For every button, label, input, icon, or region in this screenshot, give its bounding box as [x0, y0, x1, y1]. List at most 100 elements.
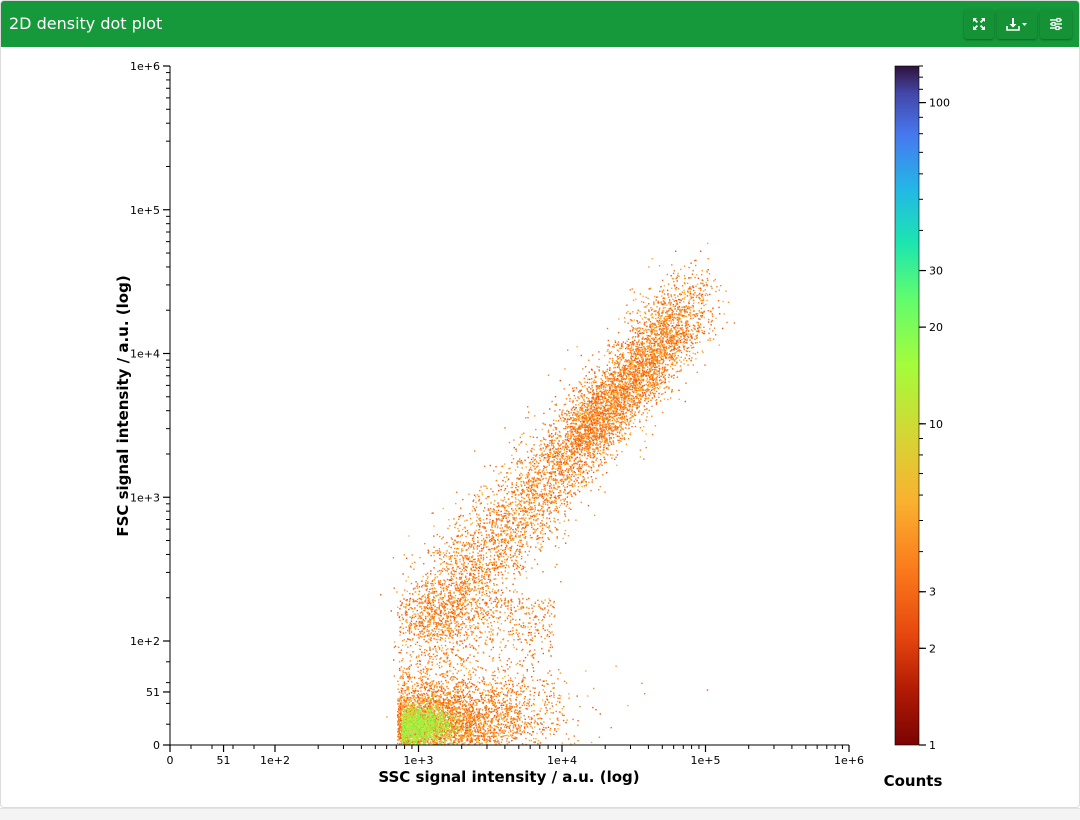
density-dot [529, 512, 530, 513]
density-dot [474, 586, 475, 587]
density-dot [498, 574, 499, 575]
density-dot [486, 582, 487, 583]
density-dot [632, 311, 633, 312]
density-dot [449, 628, 450, 629]
density-dot [544, 493, 545, 494]
density-dot [418, 629, 419, 630]
density-dot [590, 490, 591, 491]
density-dot [535, 455, 536, 456]
density-dot [500, 528, 501, 529]
density-dot [517, 504, 518, 505]
density-dot [481, 576, 482, 577]
density-dot [611, 458, 612, 459]
density-dot [458, 588, 459, 589]
density-dot [677, 273, 678, 274]
density-dot [476, 581, 477, 582]
density-dot [427, 616, 428, 617]
density-dot [472, 539, 473, 540]
density-dot [473, 548, 474, 549]
density-dot [560, 500, 561, 501]
density-dot [420, 606, 421, 607]
density-dot [632, 413, 633, 414]
density-dot [503, 485, 504, 486]
density-dot [527, 525, 528, 526]
density-dot [443, 612, 444, 613]
density-dot [621, 345, 622, 346]
settings-button[interactable] [1040, 9, 1072, 39]
density-dot [550, 483, 551, 484]
density-dot [505, 540, 506, 541]
density-dot [659, 323, 660, 324]
density-dot [707, 278, 708, 279]
density-dot [466, 570, 467, 571]
density-dot [406, 580, 407, 581]
density-dot [631, 355, 632, 356]
density-dot [515, 504, 516, 505]
density-dot [605, 389, 606, 390]
density-dot [712, 330, 713, 331]
density-dot [514, 553, 515, 554]
density-dot [564, 413, 565, 414]
density-dot [411, 621, 412, 622]
density-dot [538, 510, 539, 511]
density-dot [469, 574, 470, 575]
density-dot [540, 440, 541, 441]
density-dot [457, 600, 458, 601]
density-dot [483, 527, 484, 528]
density-dot [548, 493, 549, 494]
density-dot [490, 508, 491, 509]
density-dot [676, 277, 677, 278]
density-dot [481, 570, 482, 571]
density-dot [697, 284, 698, 285]
density-dot [518, 522, 519, 523]
density-dot [419, 637, 420, 638]
download-button[interactable] [997, 9, 1037, 39]
density-dot [454, 619, 455, 620]
density-dot [444, 583, 445, 584]
density-dot [522, 462, 523, 463]
density-dot [582, 386, 583, 387]
density-dot [400, 652, 401, 653]
density-dot [492, 591, 493, 592]
density-dot [565, 543, 566, 544]
density-dot [701, 300, 702, 301]
density-dot [553, 478, 554, 479]
density-dot [447, 675, 448, 676]
density-dot [680, 321, 681, 322]
density-dot [445, 662, 446, 663]
density-dot [709, 294, 710, 295]
density-dot [600, 463, 601, 464]
density-dot [662, 310, 663, 311]
density-dot [454, 571, 455, 572]
density-dot [460, 598, 461, 599]
density-dot [698, 294, 699, 295]
density-dot [724, 313, 725, 314]
density-dot [665, 358, 666, 359]
density-dot [671, 288, 672, 289]
fullscreen-button[interactable] [964, 9, 994, 39]
density-dot [580, 407, 581, 408]
density-dot [422, 585, 423, 586]
density-dot [442, 597, 443, 598]
density-dot [425, 580, 426, 581]
density-dot [676, 289, 677, 290]
density-dot [557, 434, 558, 435]
density-dot [602, 382, 603, 383]
density-dot [499, 506, 500, 507]
density-dot [486, 593, 487, 594]
density-dot [599, 367, 600, 368]
density-dot [642, 430, 643, 431]
density-dot [618, 332, 619, 333]
density-dot [662, 356, 663, 357]
density-dot [446, 600, 447, 601]
density-dot [456, 536, 457, 537]
density-dot [410, 598, 411, 599]
density-dot [524, 485, 525, 486]
density-dot [584, 401, 585, 402]
density-dot [505, 513, 506, 514]
density-dot [473, 578, 474, 579]
density-dot [442, 634, 443, 635]
density-dot [475, 582, 476, 583]
density-dot [636, 402, 637, 403]
density-dot [574, 492, 575, 493]
